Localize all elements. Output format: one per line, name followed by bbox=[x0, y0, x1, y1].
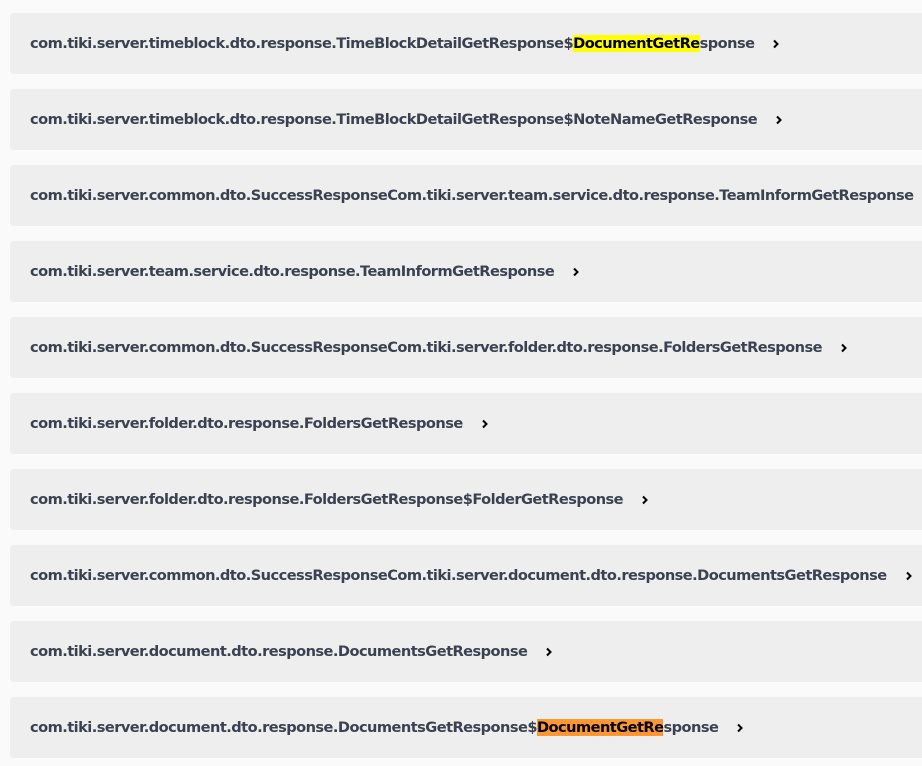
chevron-right-icon[interactable] bbox=[477, 416, 493, 432]
model-name: com.tiki.server.common.dto.SuccessRespon… bbox=[30, 567, 887, 584]
chevron-right-icon[interactable] bbox=[541, 644, 557, 660]
model-name: com.tiki.server.timeblock.dto.response.T… bbox=[30, 35, 755, 52]
chevron-right-icon[interactable] bbox=[771, 112, 787, 128]
search-match-highlight: DocumentGetRe bbox=[573, 35, 700, 52]
model-row[interactable]: com.tiki.server.document.dto.response.Do… bbox=[10, 621, 922, 682]
chevron-right-icon[interactable] bbox=[568, 264, 584, 280]
model-row[interactable]: com.tiki.server.folder.dto.response.Fold… bbox=[10, 393, 922, 454]
model-name: com.tiki.server.timeblock.dto.response.T… bbox=[30, 111, 758, 128]
model-row[interactable]: com.tiki.server.timeblock.dto.response.T… bbox=[10, 13, 922, 74]
model-row[interactable]: com.tiki.server.common.dto.SuccessRespon… bbox=[10, 545, 922, 606]
model-name: com.tiki.server.folder.dto.response.Fold… bbox=[30, 491, 624, 508]
model-row[interactable]: com.tiki.server.timeblock.dto.response.T… bbox=[10, 89, 922, 150]
model-row[interactable]: com.tiki.server.folder.dto.response.Fold… bbox=[10, 469, 922, 530]
model-row[interactable]: com.tiki.server.common.dto.SuccessRespon… bbox=[10, 317, 922, 378]
search-match-highlight-active: DocumentGetRe bbox=[536, 719, 664, 736]
model-name: com.tiki.server.document.dto.response.Do… bbox=[30, 719, 719, 736]
model-row[interactable]: com.tiki.server.common.dto.SuccessRespon… bbox=[10, 165, 922, 226]
model-name: com.tiki.server.document.dto.response.Do… bbox=[30, 643, 528, 660]
model-name: com.tiki.server.common.dto.SuccessRespon… bbox=[30, 187, 914, 204]
model-row[interactable]: com.tiki.server.team.service.dto.respons… bbox=[10, 241, 922, 302]
schema-model-list: com.tiki.server.timeblock.dto.response.T… bbox=[0, 0, 922, 766]
chevron-right-icon[interactable] bbox=[836, 340, 852, 356]
model-name: com.tiki.server.folder.dto.response.Fold… bbox=[30, 415, 463, 432]
model-name: com.tiki.server.common.dto.SuccessRespon… bbox=[30, 339, 823, 356]
chevron-right-icon[interactable] bbox=[637, 492, 653, 508]
chevron-right-icon[interactable] bbox=[732, 720, 748, 736]
model-name: com.tiki.server.team.service.dto.respons… bbox=[30, 263, 555, 280]
chevron-right-icon[interactable] bbox=[901, 568, 917, 584]
model-row[interactable]: com.tiki.server.document.dto.response.Do… bbox=[10, 697, 922, 758]
chevron-right-icon[interactable] bbox=[768, 36, 784, 52]
